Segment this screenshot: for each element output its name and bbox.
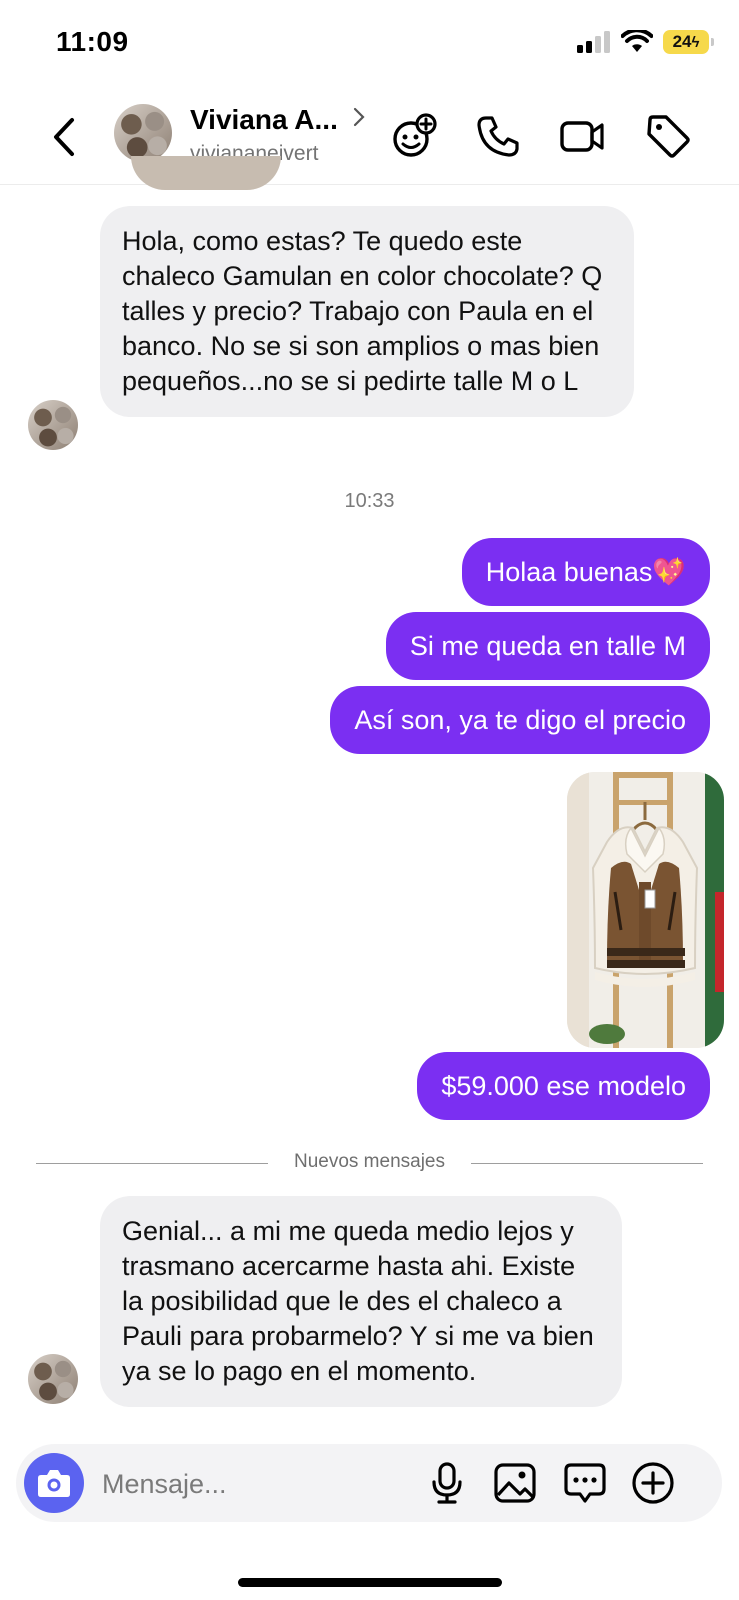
outgoing-message[interactable]: Holaa buenas💖 xyxy=(461,538,710,606)
incoming-message[interactable]: Genial... a mi me queda medio lejos y tr… xyxy=(100,1196,622,1407)
previous-image-message[interactable] xyxy=(131,156,281,190)
message-timestamp: 10:33 xyxy=(344,490,395,512)
phone-icon[interactable] xyxy=(474,112,522,160)
outgoing-price-message[interactable]: $59.000 ese modelo xyxy=(417,1052,710,1120)
status-icons: 24 ϟ xyxy=(577,30,714,54)
contact-avatar[interactable] xyxy=(114,104,172,162)
sticker-icon[interactable] xyxy=(390,112,438,160)
vest-photo xyxy=(567,772,724,1048)
gallery-icon[interactable] xyxy=(492,1460,538,1506)
message-composer xyxy=(16,1444,722,1522)
sender-avatar[interactable] xyxy=(28,400,78,450)
back-icon[interactable] xyxy=(46,112,82,162)
dm-screen: 11:09 24 ϟ Viviana A... viviananeivert H… xyxy=(0,0,739,1600)
microphone-icon[interactable] xyxy=(424,1460,470,1506)
wifi-icon xyxy=(621,30,653,52)
add-icon[interactable] xyxy=(630,1460,676,1506)
chevron-right-icon[interactable] xyxy=(352,104,366,130)
incoming-message[interactable]: Hola, como estas? Te quedo este chaleco … xyxy=(100,206,634,417)
new-messages-divider: Nuevos mensajes xyxy=(293,1151,446,1172)
status-time: 11:09 xyxy=(56,26,129,57)
message-input[interactable] xyxy=(100,1460,424,1508)
conversation-header: Viviana A... viviananeivert xyxy=(0,92,739,185)
home-indicator[interactable] xyxy=(238,1578,502,1587)
vest-photo-message[interactable] xyxy=(567,772,724,1048)
battery-indicator: 24 ϟ xyxy=(663,30,714,54)
outgoing-message[interactable]: Así son, ya te digo el precio xyxy=(330,686,710,754)
video-camera-icon[interactable] xyxy=(558,112,606,160)
camera-button[interactable] xyxy=(24,1453,84,1513)
signal-icon xyxy=(577,31,610,53)
charging-bolt-icon: ϟ xyxy=(691,33,700,51)
battery-level: 24 xyxy=(672,32,692,51)
sender-avatar[interactable] xyxy=(28,1354,78,1404)
outgoing-message[interactable]: Si me queda en talle M xyxy=(385,612,710,680)
tag-icon[interactable] xyxy=(644,112,692,160)
chat-bubble-icon[interactable] xyxy=(562,1460,608,1506)
divider-line-right xyxy=(471,1163,703,1164)
contact-name[interactable]: Viviana A... xyxy=(190,104,338,136)
camera-icon xyxy=(38,1470,70,1497)
